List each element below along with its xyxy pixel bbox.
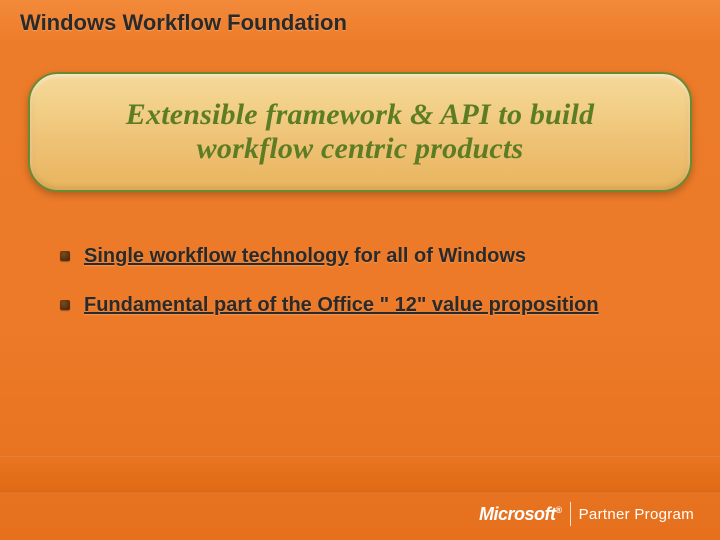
- bullet-underlined: Single workflow technology: [84, 245, 348, 267]
- bullet-icon: [60, 300, 70, 310]
- partner-program-text: Partner Program: [579, 506, 694, 523]
- bullet-text: Single workflow technology for all of Wi…: [84, 245, 526, 268]
- bullet-icon: [60, 251, 70, 261]
- footer-band: [0, 456, 720, 492]
- bullet-text: Fundamental part of the Office " 12" val…: [84, 294, 599, 317]
- registered-mark: ®: [555, 505, 561, 515]
- hero-line-2: workflow centric products: [197, 132, 524, 166]
- hero-panel: Extensible framework & API to build work…: [28, 72, 692, 192]
- bullet-item: Single workflow technology for all of Wi…: [60, 245, 660, 268]
- slide-title: Windows Workflow Foundation: [20, 10, 347, 36]
- footer-logo: Microsoft® Partner Program: [479, 502, 694, 526]
- hero-line-1: Extensible framework & API to build: [126, 98, 594, 132]
- bullet-item: Fundamental part of the Office " 12" val…: [60, 294, 660, 317]
- bullet-list: Single workflow technology for all of Wi…: [60, 245, 660, 343]
- brand-name: Microsoft: [479, 504, 556, 524]
- bullet-underlined: Fundamental part of the Office " 12" val…: [84, 294, 599, 316]
- bullet-rest: for all of Windows: [348, 245, 526, 267]
- divider-icon: [570, 502, 571, 526]
- brand-word: Microsoft®: [479, 504, 562, 525]
